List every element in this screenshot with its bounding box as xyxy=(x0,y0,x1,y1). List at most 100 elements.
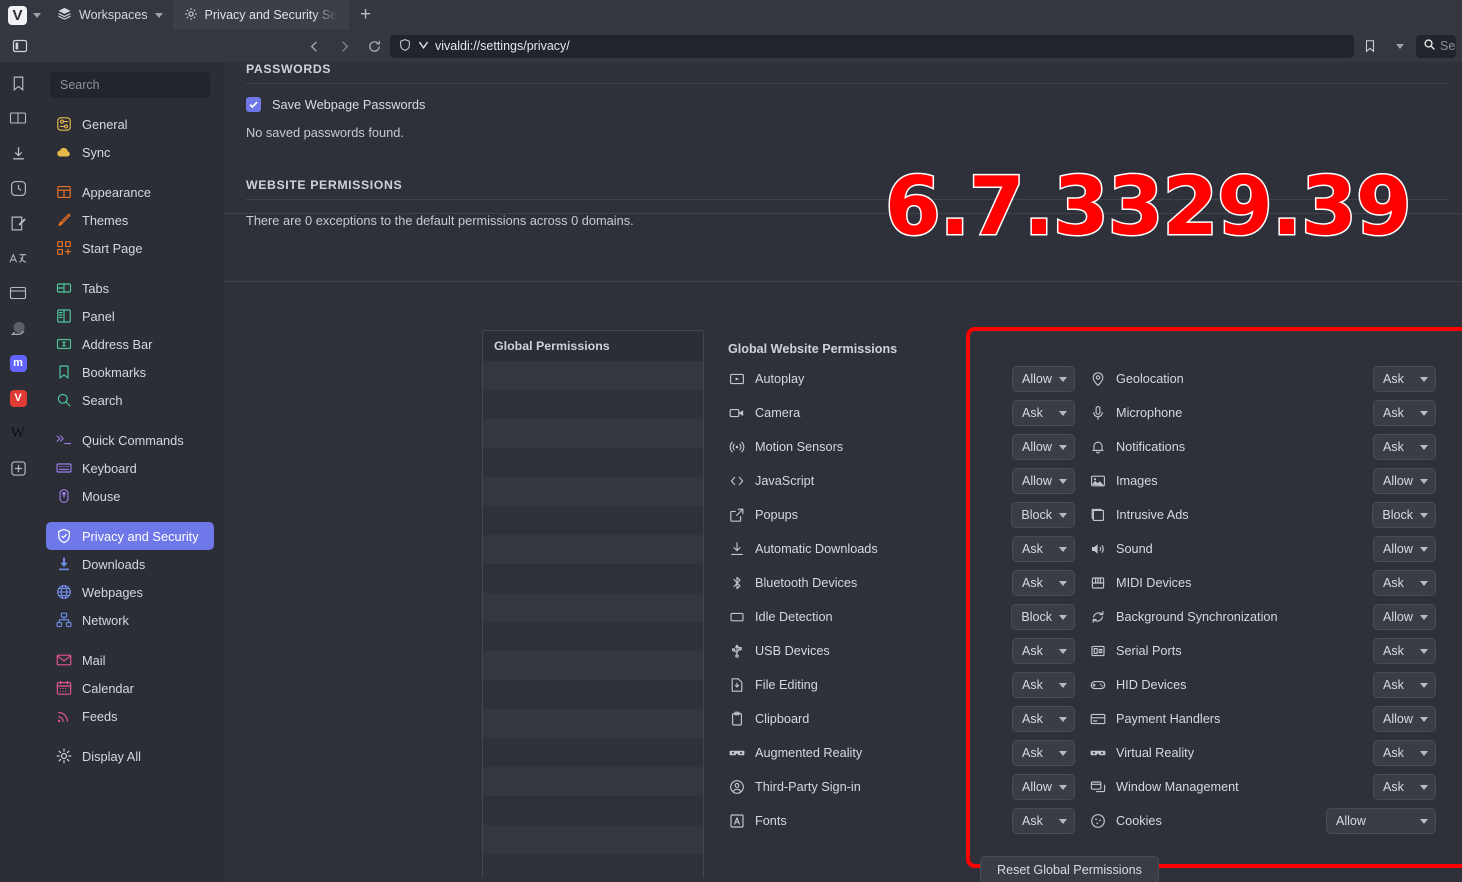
vivaldi-icon[interactable]: V xyxy=(7,387,29,409)
sidebar-item-calendar[interactable]: Calendar xyxy=(46,674,214,702)
global-permissions-row[interactable] xyxy=(483,448,703,477)
sidebar-item-panel[interactable]: Panel xyxy=(46,302,214,330)
sidebar-item-address-bar[interactable]: Address Bar xyxy=(46,330,214,358)
back-button[interactable] xyxy=(300,34,328,58)
global-permissions-row[interactable] xyxy=(483,477,703,506)
permission-select-motion-sensors[interactable]: Allow xyxy=(1012,434,1075,460)
permission-select-microphone[interactable]: Ask xyxy=(1373,400,1436,426)
global-permissions-row[interactable] xyxy=(483,593,703,622)
sidebar-item-mouse[interactable]: Mouse xyxy=(46,482,214,510)
permission-select-file-editing[interactable]: Ask xyxy=(1012,672,1075,698)
bookmark-dropdown-button[interactable] xyxy=(1386,34,1414,58)
add-web-panel-icon[interactable] xyxy=(7,457,29,479)
chat-panel-icon[interactable] xyxy=(7,317,29,339)
global-permissions-row[interactable] xyxy=(483,564,703,593)
translate-icon[interactable] xyxy=(7,247,29,269)
permission-select-third-party-sign-in[interactable]: Allow xyxy=(1012,774,1075,800)
sidebar-item-quick-commands[interactable]: Quick Commands xyxy=(46,426,214,454)
sidebar-item-tabs[interactable]: Tabs xyxy=(46,274,214,302)
downloads-icon[interactable] xyxy=(7,142,29,164)
reset-global-permissions-button[interactable]: Reset Global Permissions xyxy=(980,856,1159,882)
tab-privacy-and-security-settings[interactable]: Privacy and Security Settings xyxy=(172,0,349,30)
permission-select-bluetooth-devices[interactable]: Ask xyxy=(1012,570,1075,596)
sidebar-item-display-all[interactable]: Display All xyxy=(46,742,214,770)
panel-toggle-button[interactable] xyxy=(6,34,34,58)
permission-select-augmented-reality[interactable]: Ask xyxy=(1012,740,1075,766)
global-permissions-list[interactable] xyxy=(483,361,703,882)
permission-label: Bluetooth Devices xyxy=(755,576,858,590)
history-icon[interactable] xyxy=(7,177,29,199)
sidebar-item-privacy-and-security[interactable]: Privacy and Security xyxy=(46,522,214,550)
permission-select-notifications[interactable]: Ask xyxy=(1373,434,1436,460)
global-permissions-row[interactable] xyxy=(483,796,703,825)
permission-select-payment-handlers[interactable]: Allow xyxy=(1373,706,1436,732)
global-permissions-row[interactable] xyxy=(483,738,703,767)
sidebar-item-start-page[interactable]: Start Page xyxy=(46,234,214,262)
global-permissions-row[interactable] xyxy=(483,854,703,882)
global-permissions-row[interactable] xyxy=(483,419,703,448)
settings-search-input[interactable]: Search xyxy=(50,72,210,98)
permission-select-clipboard[interactable]: Ask xyxy=(1012,706,1075,732)
sidebar-item-keyboard[interactable]: Keyboard xyxy=(46,454,214,482)
permission-row-automatic-downloads: Automatic Downloads Ask xyxy=(714,532,1075,566)
sidebar-item-label: Bookmarks xyxy=(82,364,147,380)
global-permissions-row[interactable] xyxy=(483,506,703,535)
workspaces-button[interactable]: Workspaces xyxy=(47,0,173,30)
global-permissions-row[interactable] xyxy=(483,825,703,854)
global-permissions-row[interactable] xyxy=(483,651,703,680)
bookmarks-icon[interactable] xyxy=(7,72,29,94)
sidebar-item-sync[interactable]: Sync xyxy=(46,138,214,166)
sidebar-item-network[interactable]: Network xyxy=(46,606,214,634)
global-permissions-row[interactable] xyxy=(483,767,703,796)
permission-select-hid-devices[interactable]: Ask xyxy=(1373,672,1436,698)
mastodon-icon[interactable]: m xyxy=(7,352,29,374)
forward-button[interactable] xyxy=(330,34,358,58)
permission-select-camera[interactable]: Ask xyxy=(1012,400,1075,426)
save-webpage-passwords-checkbox[interactable] xyxy=(246,97,261,112)
permission-select-background-synchronization[interactable]: Allow xyxy=(1373,604,1436,630)
permission-select-cookies[interactable]: Allow xyxy=(1326,808,1436,834)
permission-select-geolocation[interactable]: Ask xyxy=(1373,366,1436,392)
global-permissions-row[interactable] xyxy=(483,680,703,709)
sidebar-item-search[interactable]: Search xyxy=(46,386,214,414)
reload-button[interactable] xyxy=(360,34,388,58)
permission-select-automatic-downloads[interactable]: Ask xyxy=(1012,536,1075,562)
permission-select-fonts[interactable]: Ask xyxy=(1012,808,1075,834)
permission-select-idle-detection[interactable]: Block xyxy=(1011,604,1075,630)
global-permissions-row[interactable] xyxy=(483,709,703,738)
bookmark-button[interactable] xyxy=(1356,34,1384,58)
reading-list-icon[interactable] xyxy=(7,107,29,129)
permission-select-popups[interactable]: Block xyxy=(1011,502,1075,528)
window-panel-icon[interactable] xyxy=(7,282,29,304)
url-input[interactable]: vivaldi://settings/privacy/ xyxy=(390,34,1354,58)
permission-select-virtual-reality[interactable]: Ask xyxy=(1373,740,1436,766)
sidebar-item-themes[interactable]: Themes xyxy=(46,206,214,234)
vivaldi-menu-button[interactable]: V xyxy=(0,0,47,30)
new-tab-button[interactable]: + xyxy=(349,0,383,30)
global-permissions-row[interactable] xyxy=(483,390,703,419)
global-permissions-row[interactable] xyxy=(483,535,703,564)
sidebar-item-downloads[interactable]: Downloads xyxy=(46,550,214,578)
sidebar-item-bookmarks[interactable]: Bookmarks xyxy=(46,358,214,386)
notes-icon[interactable] xyxy=(7,212,29,234)
sidebar-item-feeds[interactable]: Feeds xyxy=(46,702,214,730)
permission-select-sound[interactable]: Allow xyxy=(1373,536,1436,562)
sidebar-item-appearance[interactable]: Appearance xyxy=(46,178,214,206)
global-permissions-row[interactable] xyxy=(483,622,703,651)
global-permissions-row[interactable] xyxy=(483,361,703,390)
wikipedia-icon[interactable]: W xyxy=(7,422,29,444)
permission-select-intrusive-ads[interactable]: Block xyxy=(1372,502,1436,528)
permission-select-autoplay[interactable]: Allow xyxy=(1012,366,1075,392)
sidebar-item-general[interactable]: General xyxy=(46,110,214,138)
permission-select-images[interactable]: Allow xyxy=(1373,468,1436,494)
permission-select-serial-ports[interactable]: Ask xyxy=(1373,638,1436,664)
sidebar-item-webpages[interactable]: Webpages xyxy=(46,578,214,606)
permission-select-midi-devices[interactable]: Ask xyxy=(1373,570,1436,596)
permission-select-usb-devices[interactable]: Ask xyxy=(1012,638,1075,664)
save-webpage-passwords-row[interactable]: Save Webpage Passwords xyxy=(246,97,1462,112)
permission-select-javascript[interactable]: Allow xyxy=(1012,468,1075,494)
passwords-heading: PASSWORDS xyxy=(246,62,1448,84)
sidebar-item-mail[interactable]: Mail xyxy=(46,646,214,674)
permission-select-window-management[interactable]: Ask xyxy=(1373,774,1436,800)
search-input[interactable]: Sea xyxy=(1416,34,1456,58)
